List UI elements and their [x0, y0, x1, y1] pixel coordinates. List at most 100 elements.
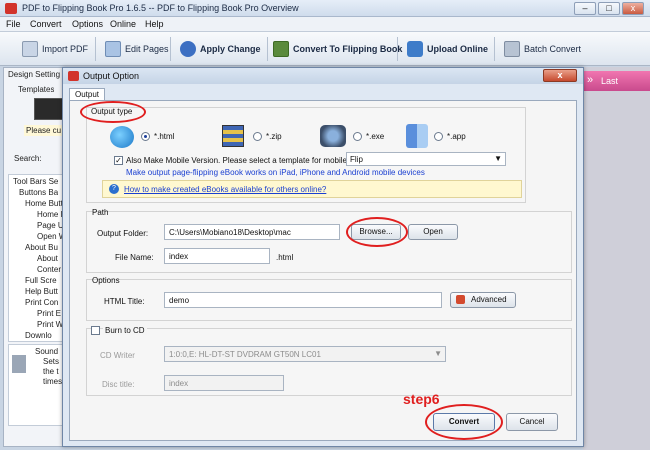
open-button[interactable]: Open [408, 224, 458, 240]
tree-item[interactable]: Print W [37, 320, 63, 329]
file-extension: .html [276, 253, 294, 262]
mobile-version-checkbox[interactable]: ✓ [114, 156, 123, 165]
app-titlebar: PDF to Flipping Book Pro 1.6.5 -- PDF to… [0, 0, 650, 17]
upload-icon [407, 41, 423, 57]
convert-flipping-book-button[interactable]: Convert To Flipping Book [273, 37, 402, 61]
dialog-app-icon [68, 71, 79, 81]
app-radio-label: *.app [447, 132, 466, 141]
template-thumbnail[interactable] [34, 98, 64, 120]
browse-highlight [346, 217, 408, 247]
toolbar-separator [267, 37, 268, 61]
tree-item[interactable]: Home Butt [25, 199, 63, 208]
tree-item[interactable]: About Bu [25, 243, 58, 252]
globe-icon [110, 126, 134, 148]
options-label: Options [92, 276, 120, 285]
upload-label: Upload Online [427, 44, 489, 54]
tree-item[interactable]: Downlo [25, 331, 52, 340]
menu-bar: File Convert Options Online Help [0, 17, 650, 32]
apply-change-button[interactable]: Apply Change [180, 37, 261, 61]
html-title-label: HTML Title: [104, 297, 145, 306]
edit-pages-button[interactable]: Edit Pages [105, 37, 169, 61]
app-title: PDF to Flipping Book Pro 1.6.5 -- PDF to… [22, 3, 299, 13]
sound-label: Sound [35, 347, 59, 356]
last-arrow-icon[interactable]: » [587, 74, 593, 86]
zip-radio[interactable] [253, 132, 262, 141]
tree-item[interactable]: Print E [37, 309, 61, 318]
path-label: Path [92, 208, 109, 217]
convert-icon [273, 41, 289, 57]
close-window-button[interactable]: x [622, 2, 644, 15]
burn-cd-section [86, 328, 572, 396]
tree-item[interactable]: About [37, 254, 58, 263]
upload-online-button[interactable]: Upload Online [407, 37, 488, 61]
chevron-down-icon: ▼ [434, 349, 442, 358]
dialog-close-button[interactable]: x [543, 69, 577, 82]
tree-item[interactable]: Conter [37, 265, 61, 274]
import-pdf-button[interactable]: Import PDF [22, 37, 88, 61]
toolbar-separator [494, 37, 495, 61]
path-section [86, 211, 572, 273]
tree-item[interactable]: Help Butt [25, 287, 58, 296]
edit-pages-icon [105, 41, 121, 57]
desc-line: times [43, 377, 63, 386]
burn-cd-checkbox[interactable] [91, 326, 100, 335]
output-folder-input[interactable]: C:\Users\Mobiano18\Desktop\mac [164, 224, 340, 240]
dialog-titlebar: Output Option x [63, 68, 583, 84]
maximize-button[interactable]: □ [598, 2, 620, 15]
app-icon [5, 3, 17, 14]
output-option-dialog: Output Option x Output Output type *.htm… [62, 67, 584, 447]
cd-writer-label: CD Writer [100, 351, 135, 360]
mobile-version-label: Also Make Mobile Version. Please select … [126, 156, 350, 165]
please-text: Please cu [24, 125, 64, 136]
html-radio-label: *.html [154, 132, 175, 141]
search-label: Search: [14, 154, 42, 163]
help-link[interactable]: How to make created eBooks available for… [124, 185, 326, 194]
minimize-button[interactable]: – [574, 2, 596, 15]
menu-options[interactable]: Options [72, 19, 103, 29]
toolbar-separator [170, 37, 171, 61]
tree-item[interactable]: Tool Bars Se [13, 177, 58, 186]
disc-title-label: Disc title: [102, 380, 135, 389]
import-pdf-icon [22, 41, 38, 57]
mac-icon [406, 124, 428, 148]
file-name-label: File Name: [115, 253, 154, 262]
app-radio[interactable] [434, 132, 443, 141]
html-radio[interactable] [141, 132, 150, 141]
templates-label[interactable]: Templates [18, 85, 54, 94]
edit-pages-label: Edit Pages [125, 44, 169, 54]
html-title-input[interactable]: demo [164, 292, 442, 308]
tree-item[interactable]: Full Scre [25, 276, 57, 285]
advanced-label: Advanced [471, 295, 507, 304]
convert-label: Convert To Flipping Book [293, 44, 403, 54]
advanced-icon [456, 295, 465, 304]
main-toolbar: Import PDF Edit Pages Apply Change Conve… [0, 32, 650, 66]
tree-item[interactable]: Print Con [25, 298, 58, 307]
preview-nav-bar: » Last [583, 71, 650, 91]
apply-change-label: Apply Change [200, 44, 261, 54]
menu-online[interactable]: Online [110, 19, 136, 29]
tree-item[interactable]: Buttons Ba [19, 188, 58, 197]
mobile-template-select[interactable]: Flip ▼ [346, 152, 506, 166]
cancel-button[interactable]: Cancel [506, 413, 558, 431]
zip-icon [222, 125, 244, 147]
menu-help[interactable]: Help [145, 19, 164, 29]
design-settings-tab[interactable]: Design Setting [8, 70, 60, 79]
batch-convert-button[interactable]: Batch Convert [504, 37, 581, 61]
apply-change-icon [180, 41, 196, 57]
menu-file[interactable]: File [6, 19, 21, 29]
design-settings-panel: Design Setting Templates Please cu Searc… [3, 67, 66, 447]
tree-item[interactable]: Page U [37, 221, 64, 230]
last-label[interactable]: Last [601, 76, 618, 86]
desc-line: Sets [43, 357, 60, 366]
dialog-title: Output Option [83, 71, 140, 81]
disc-title-input: index [164, 375, 284, 391]
menu-convert[interactable]: Convert [30, 19, 62, 29]
advanced-button[interactable]: Advanced [450, 292, 516, 308]
output-folder-label: Output Folder: [97, 229, 149, 238]
toolbar-separator [397, 37, 398, 61]
burn-cd-label: Burn to CD [103, 326, 147, 335]
zip-radio-label: *.zip [266, 132, 282, 141]
file-name-input[interactable]: index [164, 248, 270, 264]
exe-radio[interactable] [353, 132, 362, 141]
exe-radio-label: *.exe [366, 132, 385, 141]
